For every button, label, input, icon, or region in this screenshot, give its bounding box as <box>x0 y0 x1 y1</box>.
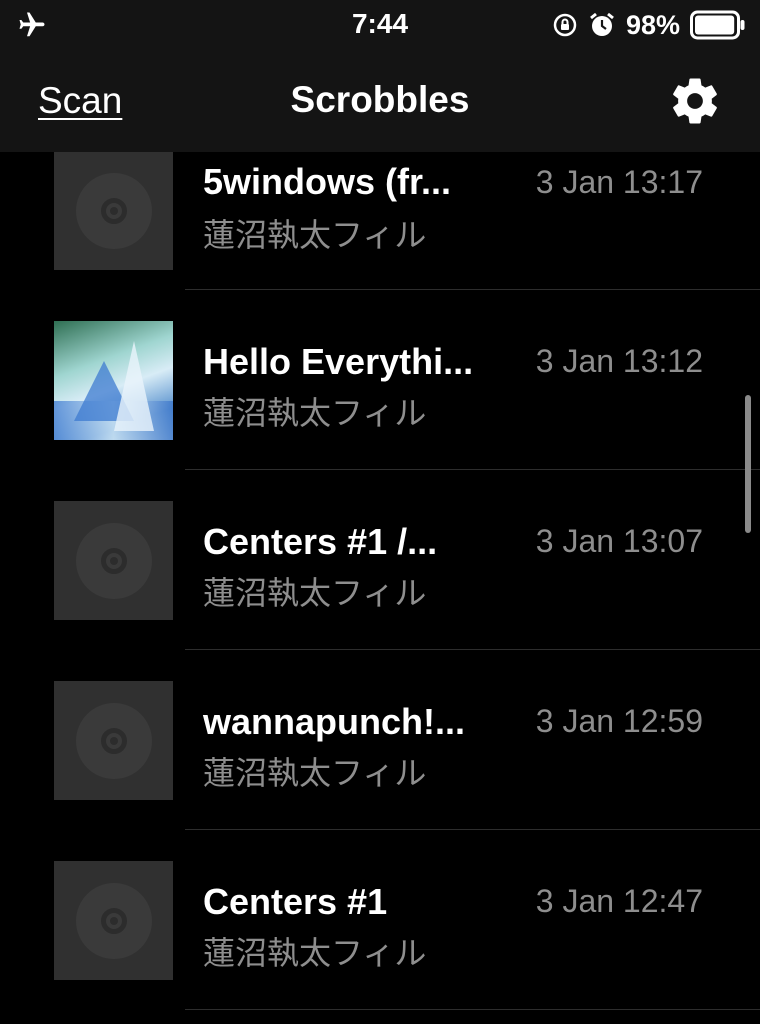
status-right-group: 98% <box>552 8 746 42</box>
list-item[interactable]: Centers #1 蓮沼執太フィル 3 Jan 12:47 <box>0 829 760 1009</box>
page-title: Scrobbles <box>290 79 470 120</box>
track-title: Centers #1 /... <box>203 521 438 562</box>
artist-name: 蓮沼執太フィル <box>203 935 427 971</box>
list-item[interactable]: Hello Everythi... 蓮沼執太フィル 3 Jan 13:12 <box>0 289 760 469</box>
scrobble-date: 3 Jan 13:07 <box>535 523 703 559</box>
scroll-indicator[interactable] <box>745 395 751 533</box>
alarm-icon <box>590 12 614 36</box>
scrobble-list[interactable]: 5windows (fr... 蓮沼執太フィル 3 Jan 13:17 Hell… <box>0 152 760 1024</box>
status-bar: 7:44 98% <box>0 0 760 50</box>
artist-name: 蓮沼執太フィル <box>203 575 427 611</box>
track-title: wannapunch!... <box>203 701 466 742</box>
row-separator <box>185 1009 760 1010</box>
orientation-lock-icon <box>553 13 577 37</box>
gear-icon[interactable] <box>668 74 722 128</box>
list-item[interactable]: 5windows (fr... 蓮沼執太フィル 3 Jan 13:17 <box>0 152 760 299</box>
list-item[interactable]: Centers #1 /... 蓮沼執太フィル 3 Jan 13:07 <box>0 469 760 649</box>
disc-icon <box>75 522 152 599</box>
disc-icon <box>75 172 152 249</box>
artist-name: 蓮沼執太フィル <box>203 755 427 791</box>
list-item[interactable]: wannapunch!... 蓮沼執太フィル 3 Jan 12:59 <box>0 649 760 829</box>
disc-icon <box>75 882 152 959</box>
album-art-placeholder <box>54 152 173 270</box>
album-art-placeholder <box>54 681 173 800</box>
album-art-placeholder <box>54 501 173 620</box>
artist-name: 蓮沼執太フィル <box>203 395 427 431</box>
scrobble-date: 3 Jan 12:59 <box>535 703 703 739</box>
scrobble-date: 3 Jan 13:17 <box>535 164 703 200</box>
album-art <box>54 321 173 440</box>
battery-icon <box>690 10 745 40</box>
scrobble-date: 3 Jan 12:47 <box>535 883 703 919</box>
disc-icon <box>75 702 152 779</box>
track-title: Centers #1 <box>203 881 388 922</box>
artist-name: 蓮沼執太フィル <box>203 217 427 253</box>
album-art-placeholder <box>54 861 173 980</box>
track-title: 5windows (fr... <box>203 161 452 202</box>
track-title: Hello Everythi... <box>203 341 474 382</box>
scrobble-date: 3 Jan 13:12 <box>535 343 703 379</box>
navigation-bar: Scan Scrobbles <box>0 50 760 152</box>
battery-percent: 98% <box>625 9 680 40</box>
